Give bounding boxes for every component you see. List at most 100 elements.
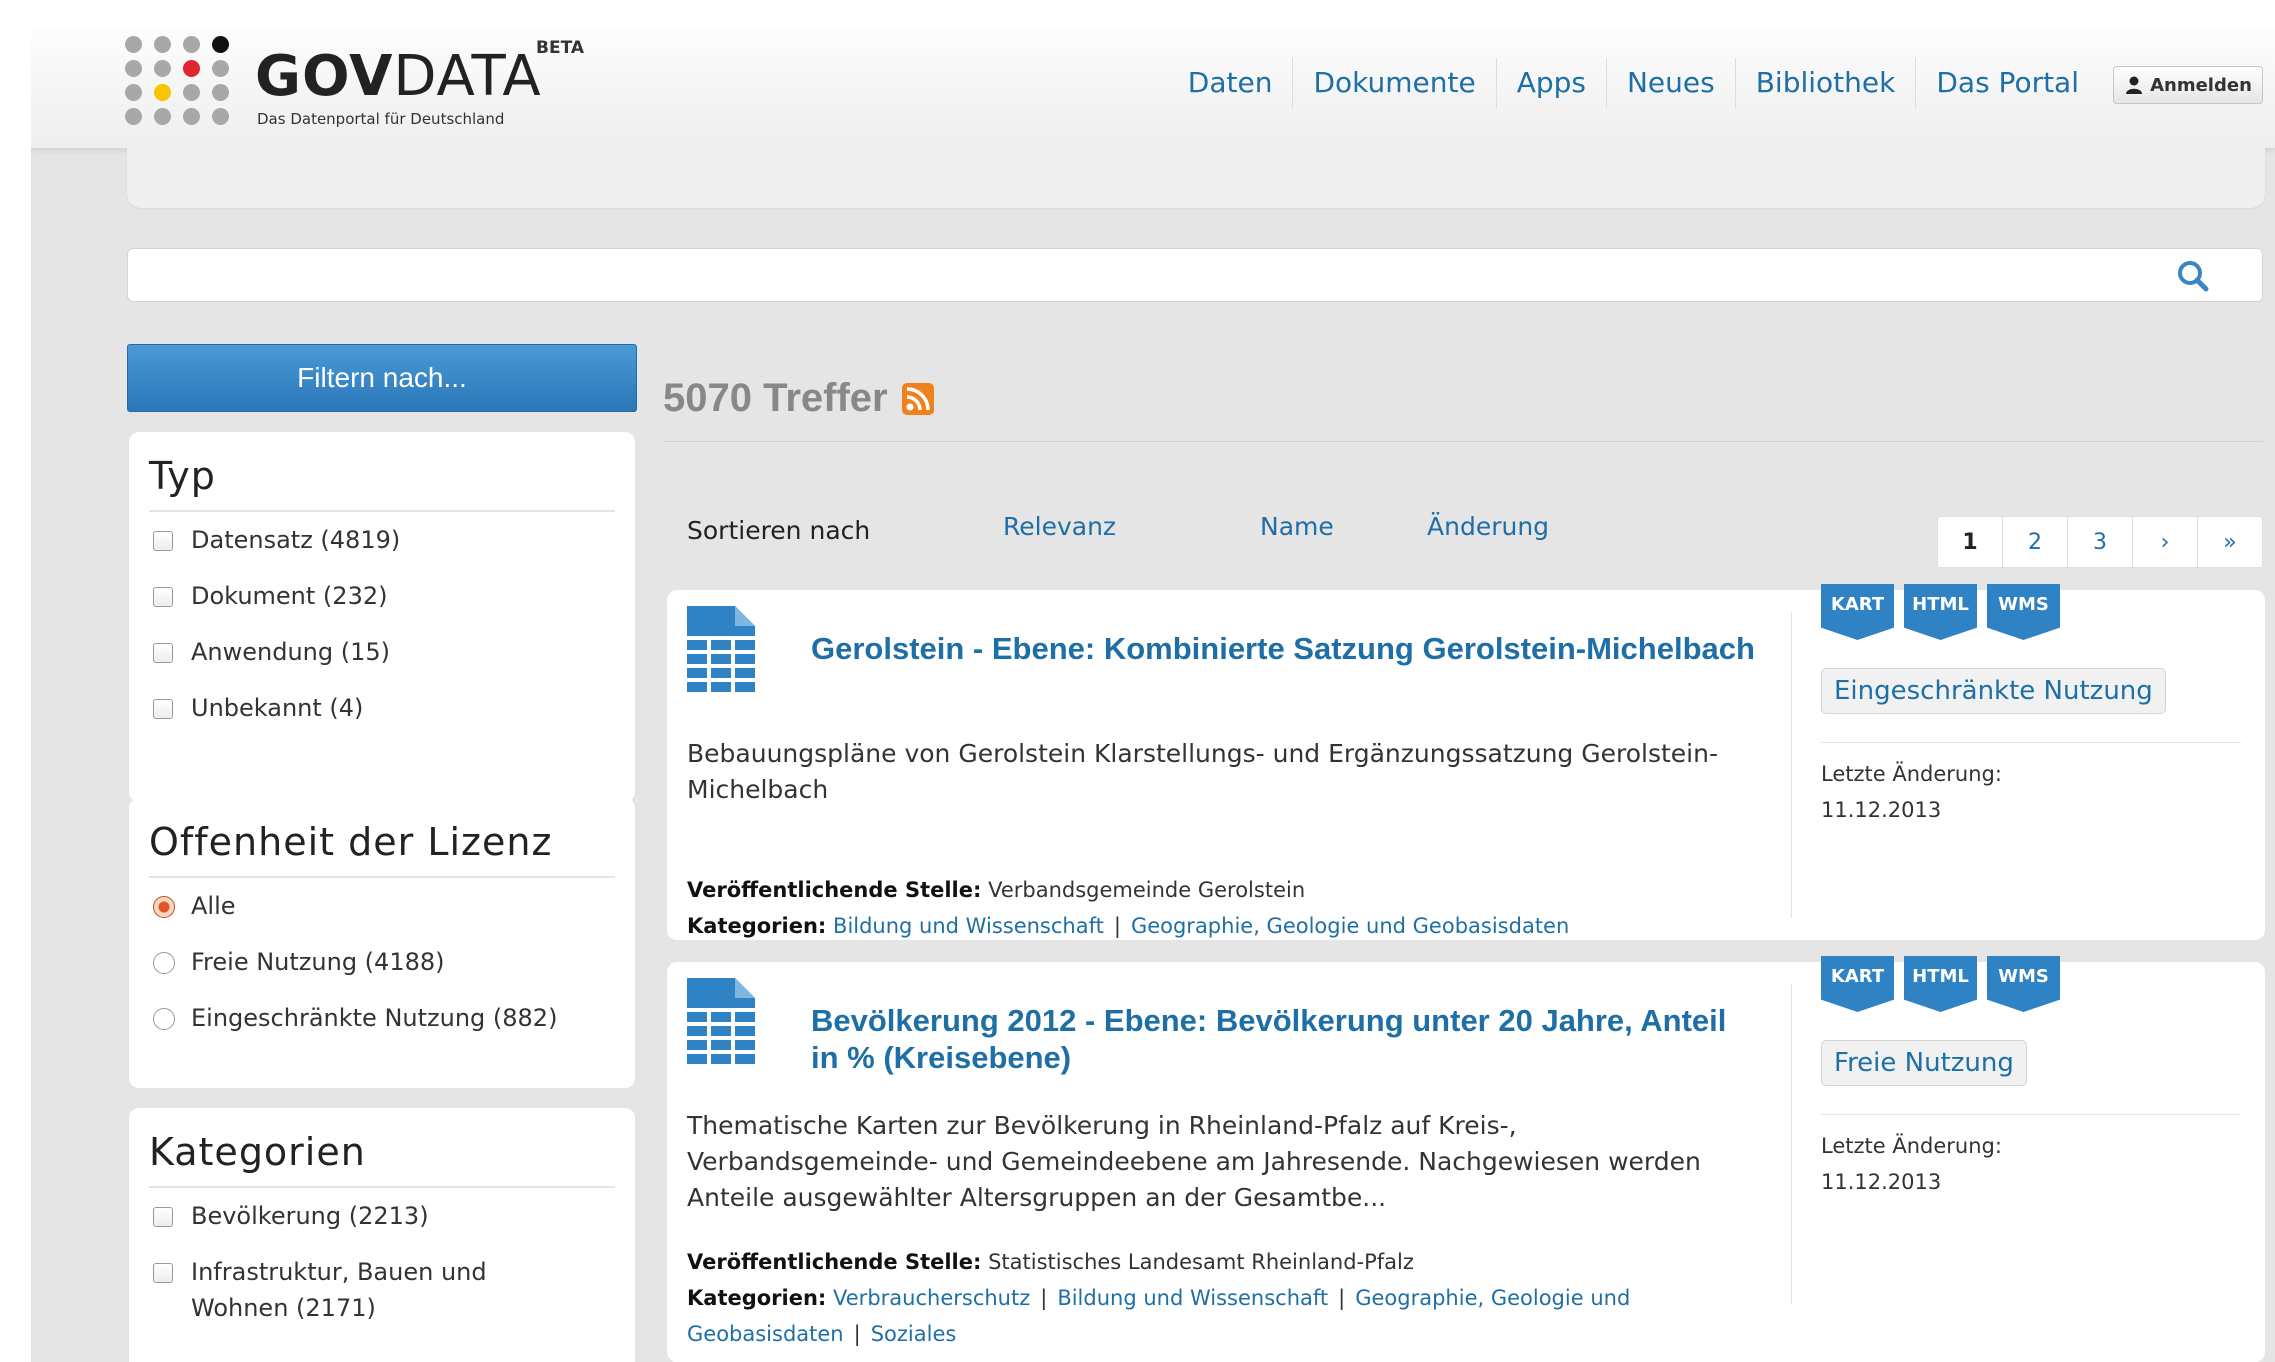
facet-option-label: Datensatz (4819) [191,526,401,554]
sort-aenderung[interactable]: Änderung [1427,512,1549,541]
license-badge[interactable]: Freie Nutzung [1821,1040,2027,1086]
nav-das-portal[interactable]: Das Portal [1916,58,2099,108]
checkbox[interactable] [153,531,173,551]
site-header: GOVDATA BETA Das Datenportal für Deutsch… [31,28,2275,149]
sort-bar: Sortieren nach Relevanz Name Änderung 1 … [663,492,2263,568]
facet-option[interactable]: Bevölkerung (2213) [149,1198,615,1234]
result-publisher: Veröffentlichende Stelle: Verbandsgemein… [687,872,1757,908]
logo-dot [183,36,200,53]
sort-name[interactable]: Name [1260,512,1334,541]
radio-button[interactable] [153,1008,175,1030]
logo-dot [154,60,171,77]
result-description: Thematische Karten zur Bevölkerung in Rh… [687,1111,1701,1212]
result-description: Bebauungspläne von Gerolstein Klarstellu… [687,739,1718,804]
facet-option[interactable]: Freie Nutzung (4188) [149,944,615,980]
publisher-label: Veröffentlichende Stelle: [687,1250,982,1274]
logo-dot [125,108,142,125]
nav-neues[interactable]: Neues [1607,58,1736,108]
facet-option-label: Freie Nutzung (4188) [191,948,445,976]
facet-option-label: Dokument (232) [191,582,388,610]
facet-option[interactable]: Alle [149,888,615,924]
format-tags: KART HTML WMS [1821,956,2060,1012]
page-2[interactable]: 2 [2003,517,2068,567]
facet-option-label: Infrastruktur, Bauen und Wohnen (2171) [191,1258,487,1322]
results-count: 5070 Treffer [663,376,934,421]
result-title-link[interactable]: Bevölkerung 2012 - Ebene: Bevölkerung un… [811,1002,1761,1076]
format-tag-wms[interactable]: WMS [1987,956,2060,1012]
facet-option[interactable]: Dokument (232) [149,578,615,614]
category-link[interactable]: Verbraucherschutz [833,1286,1030,1310]
logo-dot [125,36,142,53]
checkbox[interactable] [153,587,173,607]
govdata-logo-icon[interactable] [125,36,241,128]
modified-label: Letzte Änderung: [1821,762,2002,786]
filter-button[interactable]: Filtern nach... [127,344,637,412]
format-tag-html[interactable]: HTML [1904,956,1977,1012]
categories-label: Kategorien: [687,1286,827,1310]
search-input[interactable] [140,255,2184,297]
category-separator: | [1113,914,1121,938]
facet-title: Kategorien [149,1130,615,1188]
facet-option[interactable]: Eingeschränkte Nutzung (882) [149,1000,615,1036]
facet-typ: Typ Datensatz (4819) Dokument (232) Anwe… [129,432,635,802]
category-link[interactable]: Soziales [871,1322,957,1346]
modified-date: 11.12.2013 [1821,798,1942,822]
facet-kategorien: Kategorien Bevölkerung (2213) Infrastruk… [129,1108,635,1362]
logo-dot [154,108,171,125]
logo-dot [212,60,229,77]
facet-option-label: Alle [191,892,236,920]
page-next[interactable]: › [2133,517,2198,567]
format-tag-html[interactable]: HTML [1904,584,1977,640]
category-link[interactable]: Bildung und Wissenschaft [833,914,1104,938]
format-tag-wms[interactable]: WMS [1987,584,2060,640]
page-1[interactable]: 1 [1938,517,2003,567]
search-icon[interactable] [2176,259,2210,293]
radio-button[interactable] [153,952,175,974]
facet-option[interactable]: Infrastruktur, Bauen und Wohnen (2171) [149,1254,589,1326]
user-icon [2126,76,2143,94]
page-last[interactable]: » [2198,517,2262,567]
sort-relevanz[interactable]: Relevanz [1003,512,1116,541]
facet-option[interactable]: Datensatz (4819) [149,522,615,558]
login-button[interactable]: Anmelden [2113,66,2263,104]
pagination: 1 2 3 › » [1937,516,2263,568]
facet-option-label: Anwendung (15) [191,638,391,666]
license-badge[interactable]: Eingeschränkte Nutzung [1821,668,2166,714]
format-tags: KART HTML WMS [1821,584,2060,640]
results-count-label: 5070 Treffer [663,376,888,420]
logo-title[interactable]: GOVDATA [255,42,542,112]
categories-label: Kategorien: [687,914,827,938]
result-title-link[interactable]: Gerolstein - Ebene: Kombinierte Satzung … [811,630,1761,667]
facet-lizenz: Offenheit der Lizenz Alle Freie Nutzung … [129,798,635,1088]
logo-dot [154,84,171,101]
logo-dot [183,60,200,77]
checkbox[interactable] [153,1207,173,1227]
checkbox[interactable] [153,699,173,719]
nav-bibliothek[interactable]: Bibliothek [1736,58,1917,108]
nav-dokumente[interactable]: Dokumente [1293,58,1497,108]
checkbox[interactable] [153,643,173,663]
page-3[interactable]: 3 [2068,517,2133,567]
card-divider [1791,612,1792,918]
category-link[interactable]: Geographie, Geologie und Geobasisdaten [1131,914,1569,938]
publisher-label: Veröffentlichende Stelle: [687,878,982,902]
result-categories: Kategorien: Verbraucherschutz | Bildung un… [687,1280,1757,1352]
category-separator: | [853,1322,861,1346]
category-link[interactable]: Bildung und Wissenschaft [1057,1286,1328,1310]
format-tag-kart[interactable]: KART [1821,584,1894,640]
logo-dot [183,84,200,101]
modified-label: Letzte Änderung: [1821,1134,2002,1158]
facet-option[interactable]: Unbekannt (4) [149,690,615,726]
logo-dot [154,36,171,53]
nav-apps[interactable]: Apps [1497,58,1607,108]
sort-label: Sortieren nach [687,516,871,545]
facet-option[interactable]: Anwendung (15) [149,634,615,670]
rss-feed-icon[interactable] [901,382,934,415]
login-label: Anmelden [2150,74,2252,96]
logo-dot [212,84,229,101]
format-tag-kart[interactable]: KART [1821,956,1894,1012]
radio-button[interactable] [153,896,175,918]
card-divider [1791,984,1792,1304]
nav-daten[interactable]: Daten [1168,58,1294,108]
checkbox[interactable] [153,1263,173,1283]
